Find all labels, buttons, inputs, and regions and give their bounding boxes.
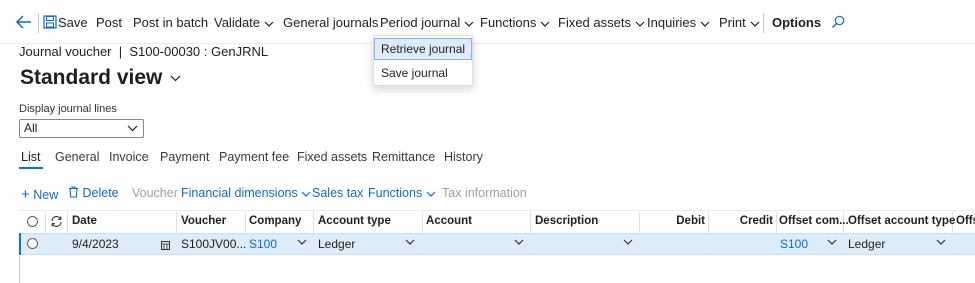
validate-label: Validate	[214, 15, 261, 30]
chevron-down-icon[interactable]	[297, 239, 307, 245]
functions-label: Functions	[480, 15, 537, 30]
chevron-down-icon	[264, 21, 274, 27]
inquiries-label: Inquiries	[647, 15, 697, 30]
fixed-assets-menu[interactable]: Fixed assets	[558, 14, 645, 32]
save-icon[interactable]	[43, 15, 57, 32]
column-header-description[interactable]: Description	[535, 215, 598, 227]
print-menu[interactable]: Print	[719, 14, 760, 32]
post-in-batch-button[interactable]: Post in batch	[133, 14, 208, 32]
financial-dimensions-label: Financial dimensions	[181, 186, 298, 200]
menu-item-save-journal[interactable]: Save journal	[374, 62, 472, 84]
general-journals-button[interactable]: General journals	[283, 14, 378, 32]
search-icon[interactable]	[831, 15, 845, 32]
validate-menu[interactable]: Validate	[214, 14, 274, 32]
column-header-offset-account-type[interactable]: Offset account type	[848, 215, 955, 227]
chevron-down-icon[interactable]	[827, 239, 837, 245]
active-tab-indicator	[19, 167, 43, 169]
view-selector[interactable]: Standard view	[20, 66, 181, 90]
trash-icon	[69, 186, 78, 198]
action-pane: Save Post Post in batch Validate General…	[0, 0, 975, 44]
tab-list[interactable]: List	[21, 150, 40, 164]
chevron-down-icon	[700, 21, 710, 27]
chevron-down-icon	[301, 191, 311, 197]
display-journal-lines-value: All	[24, 121, 38, 135]
cell-offset-account-type[interactable]: Ledger	[848, 237, 885, 251]
cell-company[interactable]: S100	[249, 237, 277, 251]
column-header-account-type[interactable]: Account type	[318, 215, 391, 227]
period-journal-dropdown: Retrieve journal Save journal	[373, 35, 473, 86]
new-button[interactable]: + New	[21, 186, 58, 203]
column-header-credit[interactable]: Credit	[709, 215, 773, 227]
cell-date[interactable]: 9/4/2023	[72, 237, 119, 251]
column-header-offset-account[interactable]: Offs	[956, 215, 975, 227]
tab-history[interactable]: History	[444, 150, 483, 164]
row-select-radio[interactable]	[27, 238, 38, 249]
toolbar-separator	[38, 13, 39, 33]
print-label: Print	[719, 15, 746, 30]
cell-account-type[interactable]: Ledger	[318, 237, 355, 251]
column-header-voucher[interactable]: Voucher	[181, 215, 226, 227]
save-button[interactable]: Save	[58, 14, 88, 32]
options-tab[interactable]: Options	[772, 14, 821, 32]
page-title: Standard view	[20, 66, 163, 89]
calendar-icon[interactable]	[161, 238, 170, 253]
column-header-debit[interactable]: Debit	[640, 215, 705, 227]
tax-information-button[interactable]: Tax information	[442, 186, 527, 200]
plus-icon: +	[21, 186, 30, 203]
column-header-company[interactable]: Company	[249, 215, 301, 227]
display-journal-lines-label: Display journal lines	[19, 103, 117, 115]
toolbar-separator	[763, 13, 764, 33]
tab-payment[interactable]: Payment	[160, 150, 209, 164]
tab-remittance[interactable]: Remittance	[372, 150, 435, 164]
breadcrumb: Journal voucher | S100-00030 : GenJRNL	[19, 44, 269, 59]
refresh-icon[interactable]	[50, 215, 63, 231]
sales-tax-button[interactable]: Sales tax	[312, 186, 363, 200]
cell-offset-company[interactable]: S100	[780, 237, 808, 251]
display-journal-lines-select[interactable]: All	[19, 119, 144, 138]
back-arrow-icon[interactable]	[15, 14, 33, 33]
financial-dimensions-menu[interactable]: Financial dimensions	[181, 186, 311, 200]
chevron-down-icon	[426, 191, 436, 197]
tab-fixed-assets[interactable]: Fixed assets	[297, 150, 367, 164]
period-journal-label: Period journal	[380, 15, 461, 30]
tab-invoice[interactable]: Invoice	[109, 150, 149, 164]
chevron-down-icon[interactable]	[405, 239, 415, 245]
chevron-down-icon[interactable]	[623, 239, 633, 245]
functions-grid-menu[interactable]: Functions	[368, 186, 436, 200]
voucher-button[interactable]: Voucher	[132, 186, 178, 200]
grid-left-border	[19, 256, 20, 283]
fixed-assets-label: Fixed assets	[558, 15, 631, 30]
chevron-down-icon[interactable]	[936, 239, 946, 245]
chevron-down-icon	[540, 21, 550, 27]
period-journal-menu[interactable]: Period journal	[380, 14, 474, 32]
post-button[interactable]: Post	[96, 14, 122, 32]
functions-menu[interactable]: Functions	[480, 14, 550, 32]
menu-item-retrieve-journal[interactable]: Retrieve journal	[374, 38, 472, 60]
grid-top-border	[19, 210, 975, 211]
cell-voucher[interactable]: S100JV00...	[181, 237, 246, 251]
functions-grid-label: Functions	[368, 186, 423, 200]
delete-button[interactable]: Delete	[68, 186, 119, 200]
chevron-down-icon	[750, 21, 760, 27]
chevron-down-icon[interactable]	[514, 239, 524, 245]
tab-payment-fee[interactable]: Payment fee	[219, 150, 289, 164]
chevron-down-icon	[635, 21, 645, 27]
column-header-account[interactable]: Account	[426, 215, 472, 227]
selected-row-indicator	[19, 233, 21, 255]
chevron-down-icon	[170, 75, 181, 82]
column-header-date[interactable]: Date	[72, 215, 97, 227]
new-label: New	[33, 188, 59, 202]
tab-general[interactable]: General	[55, 150, 99, 164]
chevron-down-icon	[127, 125, 138, 132]
delete-label: Delete	[82, 186, 119, 200]
inquiries-menu[interactable]: Inquiries	[647, 14, 710, 32]
select-all-radio[interactable]	[27, 216, 38, 227]
column-header-offset-company[interactable]: Offset com...	[779, 215, 849, 227]
chevron-down-icon	[464, 21, 474, 27]
